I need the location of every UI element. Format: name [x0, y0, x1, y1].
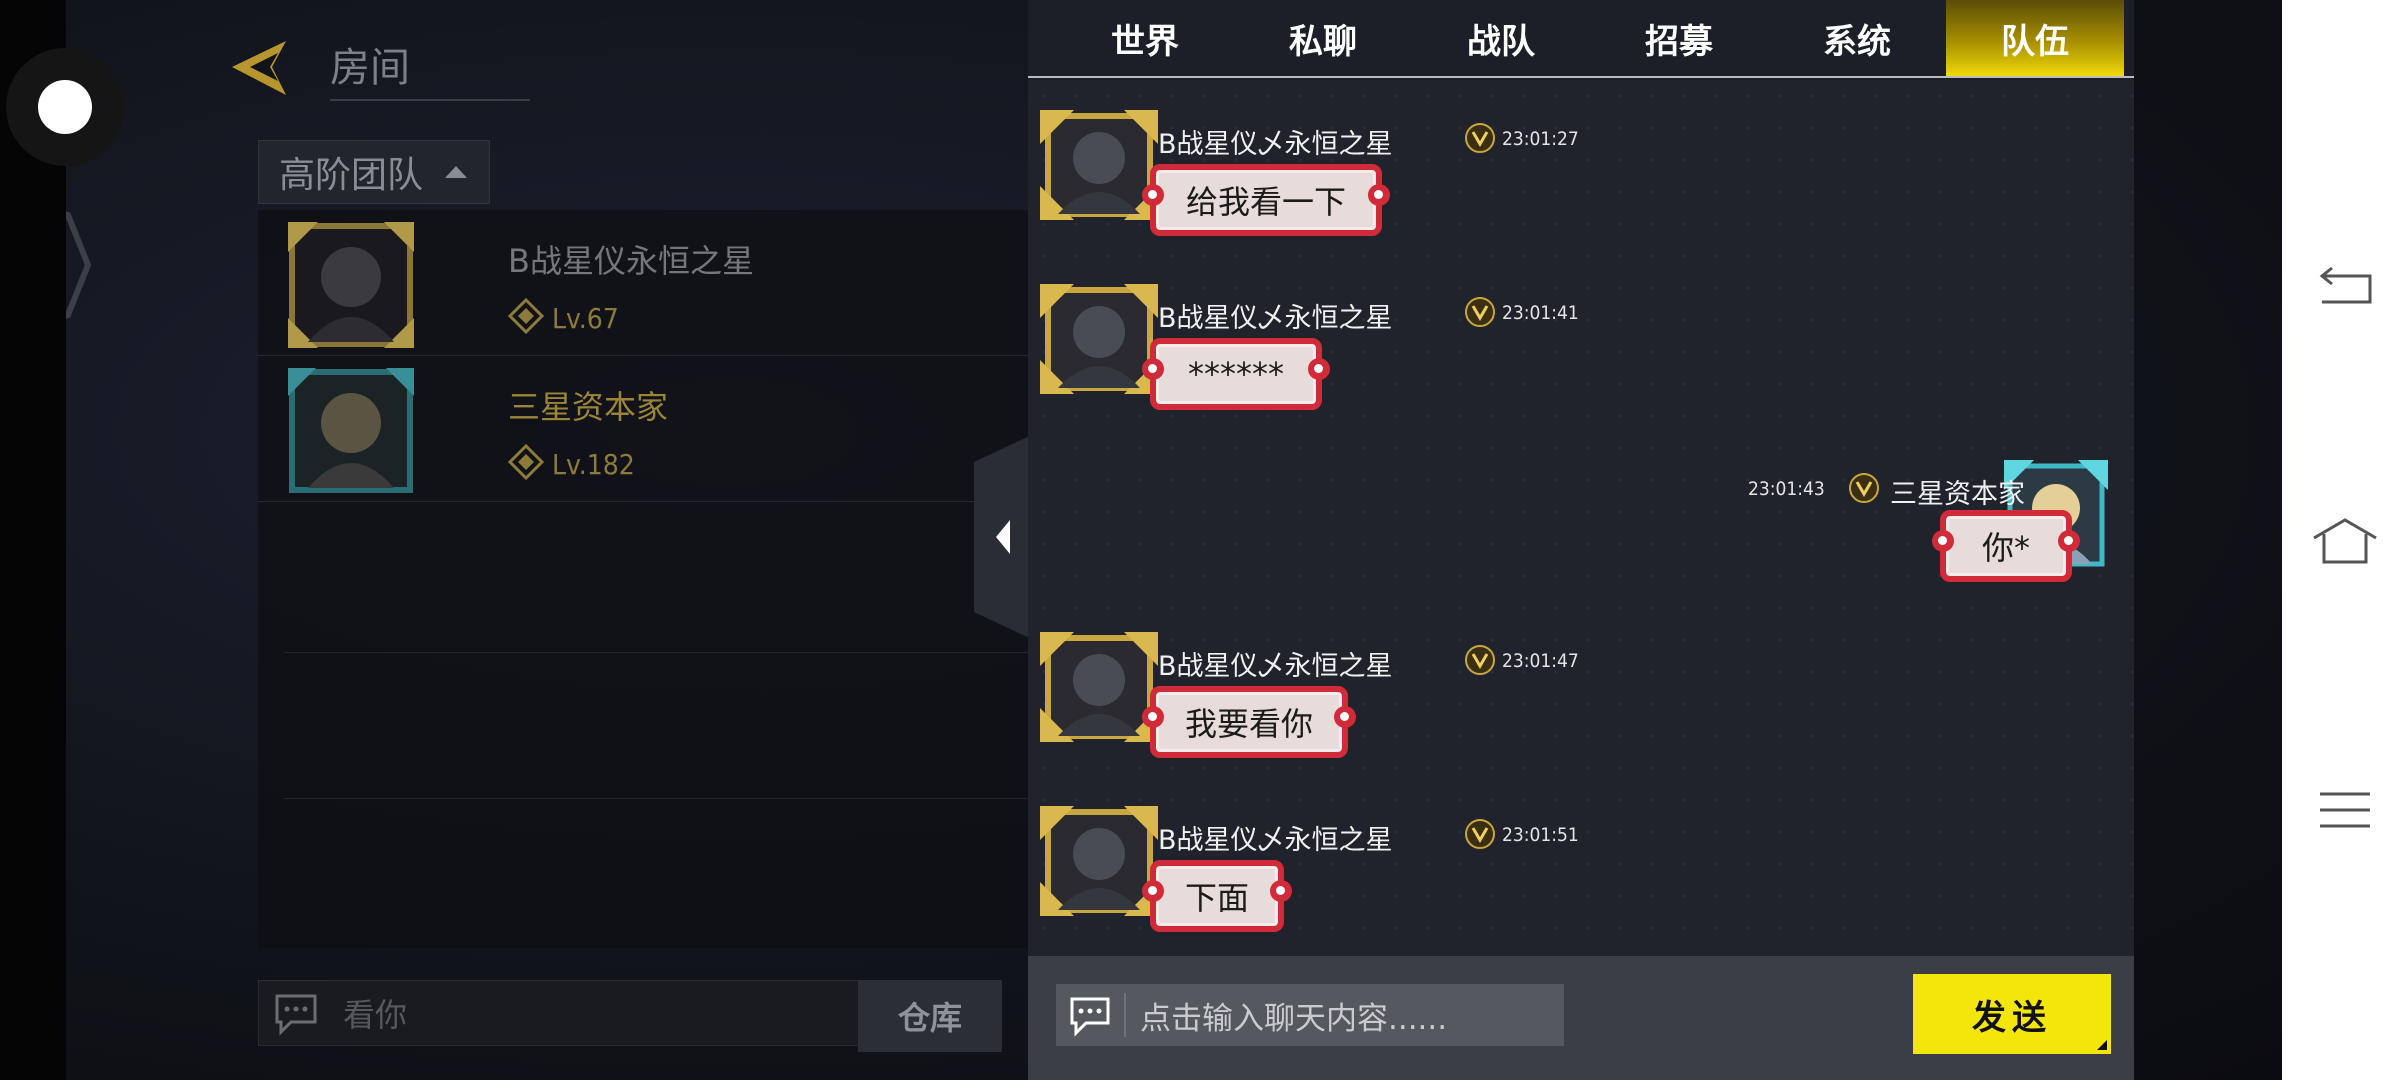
- rank-badge-icon: [1465, 123, 1495, 153]
- member-name: B战星仪永恒之星: [508, 242, 754, 280]
- chat-input-bar: 点击输入聊天内容...... 发送: [1028, 956, 2134, 1080]
- bubble-decoration: [1308, 358, 1330, 380]
- empty-slot-divider: [284, 652, 1028, 653]
- message-time: 23:01:41: [1502, 302, 1579, 324]
- chat-input-placeholder: 点击输入聊天内容......: [1140, 1000, 1448, 1037]
- tab-private[interactable]: 私聊: [1234, 0, 1412, 76]
- warehouse-button[interactable]: 仓库: [858, 980, 1002, 1052]
- team-filter-dropdown[interactable]: 高阶团队: [258, 140, 490, 204]
- message-bubble[interactable]: 下面: [1142, 860, 1292, 932]
- sender-name: B战星仪乄永恒之星: [1158, 651, 1393, 682]
- sender-avatar[interactable]: [1040, 632, 1158, 742]
- bubble-decoration: [1142, 706, 1164, 728]
- bubble-decoration: [1142, 880, 1164, 902]
- member-avatar: [288, 222, 414, 348]
- send-button-label: 发送: [1972, 997, 2052, 1038]
- bubble-decoration: [2058, 530, 2080, 552]
- nav-menu-icon[interactable]: [2310, 774, 2380, 844]
- message-text: 下面: [1185, 879, 1250, 917]
- message-time: 23:01:27: [1502, 128, 1579, 150]
- member-level: Lv.67: [552, 302, 619, 335]
- tab-recruit[interactable]: 招募: [1590, 0, 1768, 76]
- hex-edge-decoration: [66, 211, 92, 319]
- system-nav-bar: [2282, 0, 2408, 1080]
- nav-back-icon[interactable]: [2310, 250, 2380, 320]
- level-badge-icon: [508, 298, 544, 334]
- tab-team[interactable]: 队伍: [1946, 0, 2124, 76]
- message-list: B战星仪乄永恒之星 23:01:27 给我看一下 B战星仪乄永恒之星 23:01…: [1028, 80, 2134, 956]
- message-text: 给我看一下: [1186, 183, 1347, 221]
- message-bubble[interactable]: 给我看一下: [1142, 164, 1390, 236]
- member-row[interactable]: B战星仪永恒之星 Lv.67: [258, 210, 1028, 356]
- message-bubble[interactable]: ******: [1142, 338, 1330, 410]
- sender-name: B战星仪乄永恒之星: [1158, 825, 1393, 856]
- chat-input-field[interactable]: 点击输入聊天内容......: [1056, 984, 1564, 1046]
- chat-bubble-icon: [1070, 997, 1110, 1037]
- message-bubble[interactable]: 你*: [1932, 510, 2080, 582]
- caret-up-icon: [445, 166, 468, 178]
- message-text: ******: [1188, 355, 1284, 393]
- rank-badge-icon: [1465, 645, 1495, 675]
- room-header: 房间: [226, 30, 530, 105]
- input-divider: [1124, 993, 1126, 1037]
- assist-ball-dot: [38, 80, 92, 134]
- floating-assist-ball[interactable]: [6, 48, 124, 166]
- chat-bubble-icon: [275, 994, 317, 1036]
- tab-world[interactable]: 世界: [1056, 0, 1234, 76]
- message-time: 23:01:51: [1502, 824, 1579, 846]
- rank-badge-icon: [1849, 473, 1879, 503]
- bubble-decoration: [1270, 880, 1292, 902]
- message-text: 你*: [1981, 529, 2030, 567]
- sender-avatar[interactable]: [1040, 284, 1158, 394]
- member-name: 三星资本家: [508, 388, 669, 426]
- chat-tabs: 世界 私聊 战队 招募 系统 队伍: [1028, 0, 2124, 76]
- member-avatar: [288, 368, 414, 493]
- level-badge-icon: [508, 444, 544, 480]
- empty-slot-divider: [284, 798, 1028, 799]
- message-text: 我要看你: [1185, 705, 1314, 743]
- room-chat-input-text: 看你: [343, 996, 408, 1034]
- team-filter-label: 高阶团队: [279, 155, 424, 196]
- rank-badge-icon: [1465, 819, 1495, 849]
- sender-name: 三星资本家: [1890, 479, 2025, 510]
- chat-tab-bar: 世界 私聊 战队 招募 系统 队伍: [1028, 0, 2134, 78]
- message-bubble[interactable]: 我要看你: [1142, 686, 1356, 758]
- sender-name: B战星仪乄永恒之星: [1158, 303, 1393, 334]
- member-level: Lv.182: [552, 448, 635, 481]
- nav-home-icon[interactable]: [2310, 506, 2380, 576]
- message-time: 23:01:43: [1748, 478, 1825, 500]
- chat-panel: 世界 私聊 战队 招募 系统 队伍 B战星仪乄永恒之星 23:01:27 给我看…: [1028, 0, 2134, 1080]
- room-chat-input[interactable]: 看你: [258, 980, 916, 1046]
- member-list: B战星仪永恒之星 Lv.67 三星资本家 Lv.182: [258, 210, 1028, 948]
- room-title: 房间: [330, 35, 530, 101]
- rank-badge-icon: [1465, 297, 1495, 327]
- bubble-decoration: [1142, 358, 1164, 380]
- bubble-decoration: [1334, 706, 1356, 728]
- message-time: 23:01:47: [1502, 650, 1579, 672]
- send-button[interactable]: 发送: [1913, 974, 2111, 1054]
- bubble-decoration: [1932, 530, 1954, 552]
- tab-system[interactable]: 系统: [1768, 0, 1946, 76]
- bubble-decoration: [1142, 184, 1164, 206]
- bubble-decoration: [1368, 184, 1390, 206]
- member-row[interactable]: 三星资本家 Lv.182: [258, 356, 1028, 502]
- corner-decoration: [2097, 1040, 2107, 1050]
- tab-squad[interactable]: 战队: [1412, 0, 1590, 76]
- back-arrow-icon[interactable]: [226, 33, 296, 103]
- sender-avatar[interactable]: [1040, 806, 1158, 916]
- sender-avatar[interactable]: [1040, 110, 1158, 220]
- game-area: 房间 高阶团队 B战星仪永恒之星 Lv.67 三星资本家 Lv.182 看你 仓…: [66, 0, 2282, 1080]
- sender-name: B战星仪乄永恒之星: [1158, 129, 1393, 160]
